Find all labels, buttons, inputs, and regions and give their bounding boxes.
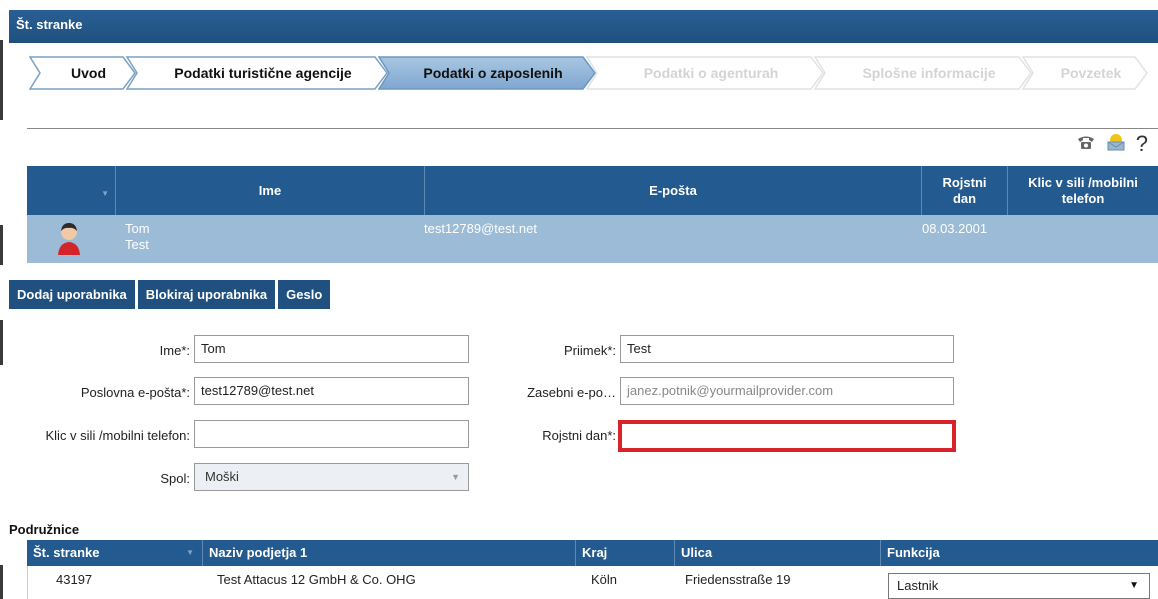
first-name-label: Ime*: bbox=[159, 343, 190, 358]
first-name-field[interactable]: Tom bbox=[194, 335, 469, 363]
column-header-street[interactable]: Ulica bbox=[675, 540, 881, 566]
private-email-label: Zasebni e-po… bbox=[527, 385, 616, 400]
row-email: test12789@test.net bbox=[424, 221, 537, 236]
block-user-button[interactable]: Blokiraj uporabnika bbox=[137, 280, 276, 309]
help-icon[interactable]: ? bbox=[1136, 131, 1148, 157]
password-button[interactable]: Geslo bbox=[278, 280, 331, 309]
phone-label: Klic v sili /mobilni telefon: bbox=[45, 428, 191, 443]
column-header-birthday[interactable]: Rojstni dan bbox=[922, 166, 1008, 215]
left-edge bbox=[0, 0, 9, 599]
phone-icon[interactable] bbox=[1076, 134, 1096, 155]
wizard-steps: Uvod Podatki turistične agencije Podatki… bbox=[9, 43, 1158, 103]
add-user-button[interactable]: Dodaj uporabnika bbox=[9, 280, 135, 309]
wizard-step-intro[interactable]: Uvod bbox=[29, 56, 136, 90]
private-email-field[interactable]: janez.potnik@yourmailprovider.com bbox=[620, 377, 954, 405]
column-header-city[interactable]: Kraj bbox=[576, 540, 675, 566]
wizard-step-summary: Povzetek bbox=[1022, 56, 1148, 90]
wizard-step-general-info: Splošne informacije bbox=[814, 56, 1032, 90]
column-header-email[interactable]: E-pošta bbox=[425, 166, 922, 215]
sort-arrow-icon: ▼ bbox=[186, 548, 194, 557]
column-header-company[interactable]: Naziv podjetja 1 bbox=[203, 540, 576, 566]
gender-label: Spol: bbox=[160, 471, 190, 486]
wizard-step-employee-data[interactable]: Podatki o zaposlenih bbox=[378, 56, 596, 90]
column-header-avatar[interactable]: ▼ bbox=[27, 166, 116, 215]
toolbar: ? bbox=[1076, 131, 1148, 157]
avatar bbox=[58, 223, 80, 255]
window-title: Št. stranke bbox=[9, 10, 1158, 43]
table-row[interactable]: Tom Test test12789@test.net 08.03.2001 bbox=[27, 215, 1158, 263]
mail-icon[interactable] bbox=[1106, 133, 1126, 156]
branches-title: Podružnice bbox=[9, 522, 80, 537]
table-row[interactable]: 43197 Test Attacus 12 GmbH & Co. OHG Köl… bbox=[27, 566, 1158, 599]
column-header-phone[interactable]: Klic v sili /mobilni telefon bbox=[1008, 166, 1158, 215]
last-name-label: Priimek*: bbox=[563, 343, 616, 358]
branch-city: Köln bbox=[591, 572, 618, 587]
role-select[interactable]: Lastnik ▼ bbox=[888, 573, 1150, 599]
row-birthday: 08.03.2001 bbox=[922, 221, 988, 236]
row-name: Tom Test bbox=[125, 221, 150, 252]
business-email-field[interactable]: test12789@test.net bbox=[194, 377, 469, 405]
branch-company: Test Attacus 12 GmbH & Co. OHG bbox=[217, 572, 416, 587]
chevron-down-icon: ▼ bbox=[451, 472, 460, 482]
column-header-role[interactable]: Funkcija bbox=[881, 540, 1158, 566]
divider bbox=[27, 128, 1158, 129]
column-header-customer-no[interactable]: Št. stranke ▼ bbox=[27, 540, 203, 566]
action-bar: Dodaj uporabnika Blokiraj uporabnika Ges… bbox=[9, 280, 331, 309]
sort-arrow-icon: ▼ bbox=[101, 189, 109, 198]
last-name-field[interactable]: Test bbox=[620, 335, 954, 363]
branch-customer-no: 43197 bbox=[56, 572, 93, 587]
phone-field[interactable] bbox=[194, 420, 469, 448]
business-email-label: Poslovna e-pošta*: bbox=[80, 385, 190, 400]
birthday-field[interactable] bbox=[618, 420, 956, 452]
wizard-step-agency-data[interactable]: Podatki turistične agencije bbox=[126, 56, 388, 90]
wizard-step-agencies-data: Podatki o agenturah bbox=[586, 56, 824, 90]
chevron-down-icon: ▼ bbox=[1129, 580, 1139, 591]
gender-select[interactable]: Moški ▼ bbox=[194, 463, 469, 491]
branch-street: Friedensstraße 19 bbox=[685, 572, 791, 587]
employees-grid-header: ▼ Ime E-pošta Rojstni dan Klic v sili /m… bbox=[27, 166, 1158, 215]
branches-header: Št. stranke ▼ Naziv podjetja 1 Kraj Ulic… bbox=[27, 540, 1158, 566]
column-header-name[interactable]: Ime bbox=[116, 166, 425, 215]
birthday-label: Rojstni dan*: bbox=[542, 428, 616, 443]
